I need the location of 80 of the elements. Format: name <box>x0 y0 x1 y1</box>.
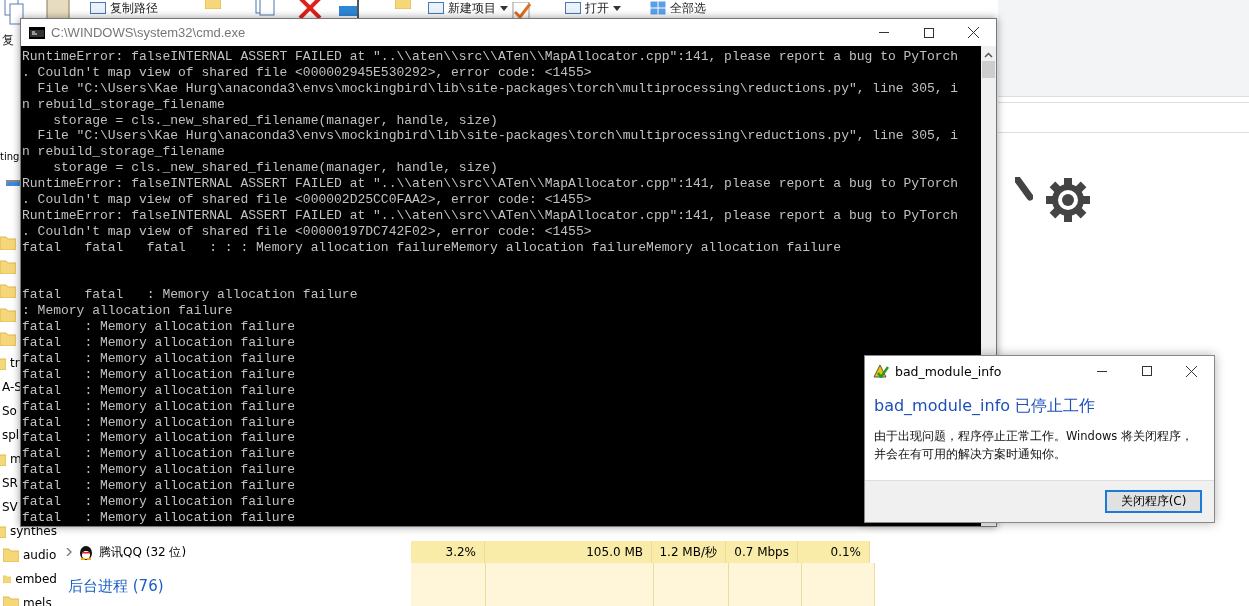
dialog-heading: bad_module_info 已停止工作 <box>873 395 1097 417</box>
console-line: fatal : Memory allocation failure <box>22 462 296 479</box>
tree-item[interactable]: synthes <box>10 524 57 538</box>
folder-icon <box>0 332 16 346</box>
console-line: fatal : Memory allocation failure <box>22 493 296 510</box>
console-line: . Couldn't map view of shared file <00000197DC742F02>, error code: <1455> <box>22 223 592 240</box>
folder-icon <box>3 548 19 562</box>
close-icon[interactable] <box>968 27 979 38</box>
tree-item[interactable]: SR <box>2 476 18 490</box>
scrollbar-thumb[interactable] <box>982 61 995 78</box>
tree-item[interactable]: SV <box>2 500 18 514</box>
console-line: fatal : Memory allocation failure <box>22 398 296 415</box>
console-line: File "C:\Users\Kae Hurg\anaconda3\envs\mockingbird\lib\site-packages\torch\multiprocessing\reductions.py", line 305, i <box>36 128 959 145</box>
tree-item[interactable]: So <box>2 404 17 418</box>
tree-item[interactable]: embed <box>15 572 57 586</box>
process-name: 腾讯QQ (32 位) <box>99 543 187 561</box>
dialog-title: bad_module_info <box>895 363 1002 379</box>
console-line: fatal : Memory allocation failure <box>22 350 296 367</box>
warning-check-icon <box>873 364 889 378</box>
console-line: File "C:\Users\Kae Hurg\anaconda3\envs\mockingbird\lib\site-packages\torch\multiprocessing\reductions.py", line 305, i <box>36 80 959 97</box>
dialog-message: 由于出现问题，程序停止正常工作。Windows 将关闭程序，并会在有可用的解决方案时通知你。 <box>873 428 1194 463</box>
console-line: storage = cls._new_shared_filename(manager, handle, size) <box>52 160 498 177</box>
console-line: RuntimeError: falseINTERNAL ASSERT FAILED at "..\\aten\\src\\ATen\\MapAllocator.cpp":141, please report a bug to PyTorch <box>22 176 959 192</box>
console-line: . Couldn't map view of shared file <000002D25CC0FAA2>, error code: <1455> <box>22 192 592 208</box>
console-line: RuntimeError: falseINTERNAL ASSERT FAILED at "..\\aten\\src\\ATen\\MapAllocator.cpp":141, please report a bug to PyTorch <box>22 49 959 65</box>
folder-icon <box>3 572 12 586</box>
console-line: fatal : Memory allocation failure <box>22 335 296 351</box>
delete-icon[interactable] <box>298 0 322 18</box>
select-all-button[interactable]: 全部选 <box>670 0 706 15</box>
console-line: fatal : Memory allocation failure <box>22 478 296 494</box>
copy-icon[interactable] <box>4 0 24 26</box>
console-line: fatal : Memory allocation failure <box>22 382 296 399</box>
console-line: fatal : Memory allocation failure <box>22 366 296 383</box>
console-line: n rebuild_storage_filename <box>22 144 225 161</box>
checkmark-icon[interactable] <box>512 2 534 20</box>
folder-icon <box>3 596 19 606</box>
window-title: C:\WINDOWS\system32\cmd.exe <box>51 25 246 40</box>
table-cell: 0.7 Mbps <box>726 541 798 563</box>
open-button[interactable]: 打开 <box>585 0 621 15</box>
tool-icon[interactable] <box>1015 177 1033 201</box>
console-line: fatal : Memory allocation failure <box>22 430 296 447</box>
table-cell: 1.2 MB/秒 <box>652 541 726 563</box>
folder-icon <box>0 236 16 250</box>
new-item-button[interactable]: 新建项目 <box>448 0 508 15</box>
console-line: fatal : Memory allocation failure <box>22 446 296 463</box>
maximize-icon[interactable] <box>923 27 934 38</box>
close-icon[interactable] <box>1186 365 1197 377</box>
minimize-icon[interactable] <box>878 32 889 33</box>
tree-item[interactable]: tr <box>10 356 20 370</box>
group-header[interactable]: 后台进程 (76) <box>68 577 164 595</box>
console-line: storage = cls._new_shared_filename(manager, handle, size) <box>52 112 498 129</box>
settings-icon[interactable] <box>1045 177 1091 223</box>
table-cell: 3.2% <box>411 541 485 563</box>
close-program-button[interactable]: 关闭程序(C) <box>1105 490 1202 513</box>
console-line: fatal fatal : Memory allocation failure <box>22 287 358 304</box>
console-line: . Couldn't map view of shared file <000002945E530292>, error code: <1455> <box>22 64 592 81</box>
copy-label[interactable]: 复 <box>2 32 14 47</box>
minimize-icon[interactable] <box>1096 370 1107 372</box>
table-cell: 0.1% <box>798 541 870 563</box>
folder-icon <box>0 308 16 322</box>
console-line: : Memory allocation failure <box>22 303 233 320</box>
console-line: n rebuild_storage_filename <box>22 96 225 113</box>
tree-item[interactable]: audio <box>23 548 57 562</box>
table-cell: 105.0 MB <box>485 541 652 563</box>
console-line: fatal : Memory allocation failure <box>22 509 296 526</box>
maximize-icon[interactable] <box>1141 366 1152 376</box>
console-line: RuntimeError: falseINTERNAL ASSERT FAILED at "..\\aten\\src\\ATen\\MapAllocator.cpp":141, please report a bug to PyTorch <box>22 207 959 224</box>
console-line: fatal : Memory allocation failure <box>22 319 296 336</box>
penguin-icon <box>79 544 93 560</box>
folder-icon <box>0 260 16 274</box>
caret-icon <box>613 5 621 11</box>
console-line: fatal : Memory allocation failure <box>22 414 296 431</box>
tree-item[interactable]: spl <box>2 428 20 442</box>
console-line: fatal fatal fatal : : : Memory allocation failureMemory allocation failureMemory allocation failure <box>22 239 842 256</box>
folder-icon <box>0 284 16 298</box>
nav-label: ting <box>0 150 20 164</box>
copy-path-button[interactable]: 复制路径 <box>110 0 158 15</box>
console-icon <box>29 26 45 39</box>
scroll-up-icon[interactable] <box>984 52 993 58</box>
caret-icon <box>500 5 508 11</box>
